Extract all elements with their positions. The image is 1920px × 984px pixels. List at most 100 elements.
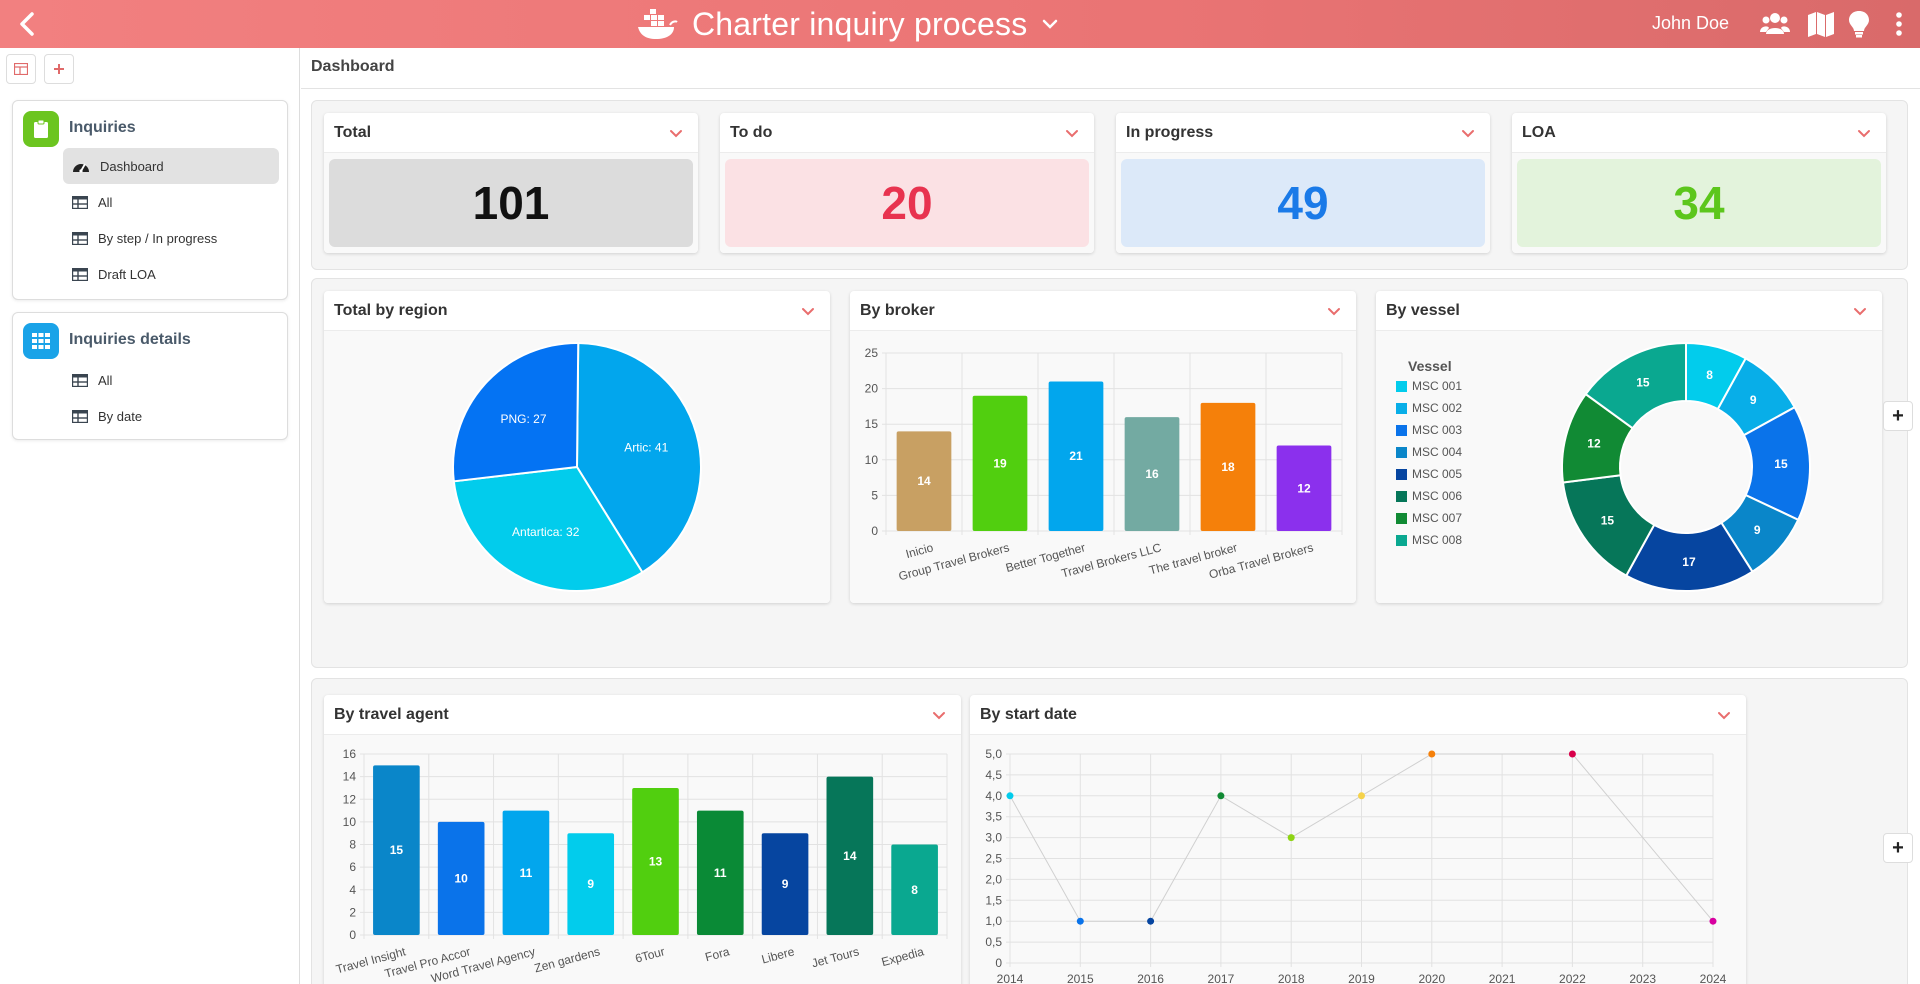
donut-segment-label: 17 — [1682, 555, 1696, 569]
sidebar-item-label: All — [98, 194, 113, 210]
kpi-card-todo: To do 20 — [720, 113, 1094, 253]
bar-value-label: 14 — [843, 849, 857, 863]
chevron-down-icon[interactable] — [800, 303, 816, 319]
data-point[interactable] — [1006, 792, 1014, 800]
kpi-value: 101 — [329, 159, 693, 247]
chevron-down-icon[interactable] — [1326, 303, 1342, 319]
y-tick-label: 3,5 — [985, 810, 1002, 824]
sidebar-item-details-all[interactable]: All — [63, 362, 279, 398]
toggle-layout-button[interactable] — [6, 54, 36, 84]
x-tick-label: Jet Tours — [810, 944, 860, 970]
bar-value-label: 9 — [587, 877, 594, 891]
data-point[interactable] — [1287, 834, 1295, 842]
y-tick-label: 4 — [349, 883, 356, 897]
map-icon[interactable] — [1806, 10, 1836, 38]
legend-label[interactable]: MSC 004 — [1412, 445, 1462, 459]
chevron-down-icon[interactable] — [1716, 707, 1732, 723]
x-tick-label: 2023 — [1629, 972, 1656, 984]
chevron-down-icon[interactable] — [1856, 125, 1872, 141]
users-icon[interactable] — [1760, 10, 1790, 38]
legend-label[interactable]: MSC 008 — [1412, 533, 1462, 547]
legend-label[interactable]: MSC 005 — [1412, 467, 1462, 481]
card-title: By start date — [980, 706, 1077, 723]
kpi-card-total: Total 101 — [324, 113, 698, 253]
chevron-down-icon[interactable] — [1064, 125, 1080, 141]
data-point[interactable] — [1217, 792, 1225, 800]
x-tick-label: Fora — [704, 944, 732, 964]
legend-label[interactable]: MSC 007 — [1412, 511, 1462, 525]
data-point[interactable] — [1076, 917, 1084, 925]
bar-value-label: 19 — [993, 456, 1007, 470]
y-tick-label: 2,5 — [985, 852, 1002, 866]
chevron-down-icon[interactable] — [1041, 15, 1059, 33]
x-tick-label: Zen gardens — [533, 944, 602, 975]
data-point[interactable] — [1709, 917, 1717, 925]
card-title: By broker — [860, 302, 935, 319]
nav-group-title[interactable]: Inquiries details — [69, 331, 191, 349]
bar-value-label: 9 — [782, 877, 789, 891]
data-point[interactable] — [1147, 917, 1155, 925]
chevron-down-icon[interactable] — [668, 125, 684, 141]
card-title: LOA — [1522, 124, 1556, 141]
app-title-group[interactable]: Charter inquiry process — [636, 0, 1059, 48]
app-header: Charter inquiry process John Doe — [0, 0, 1920, 48]
kpi-value: 20 — [725, 159, 1089, 247]
legend-label[interactable]: MSC 002 — [1412, 401, 1462, 415]
kpi-card-loa: LOA 34 — [1512, 113, 1886, 253]
y-tick-label: 0 — [349, 928, 356, 942]
dashboard-gauge-icon — [73, 163, 89, 173]
lightbulb-icon[interactable] — [1844, 10, 1874, 38]
legend-label[interactable]: MSC 001 — [1412, 379, 1462, 393]
add-widget-button[interactable]: + — [1883, 833, 1913, 863]
chevron-down-icon[interactable] — [1460, 125, 1476, 141]
divider — [301, 88, 1920, 89]
user-name[interactable]: John Doe — [1652, 13, 1729, 34]
data-point[interactable] — [1568, 750, 1576, 758]
nav-group-title[interactable]: Inquiries — [69, 119, 136, 137]
x-tick-label: 6Tour — [634, 944, 667, 965]
table-icon — [72, 373, 88, 387]
card-title: By travel agent — [334, 706, 449, 723]
y-tick-label: 15 — [865, 417, 879, 431]
chevron-down-icon[interactable] — [1852, 303, 1868, 319]
legend-swatch — [1396, 425, 1407, 436]
sidebar-item-label: By date — [98, 408, 143, 424]
bar-value-label: 13 — [649, 854, 663, 868]
back-arrow-icon[interactable] — [12, 8, 44, 40]
data-point[interactable] — [1428, 750, 1436, 758]
kpi-card-in-progress: In progress 49 — [1116, 113, 1490, 253]
kpi-section: Total 101 To do 20 In progress 49 LOA 34 — [311, 100, 1908, 270]
table-icon — [72, 267, 88, 281]
sidebar-item-dashboard[interactable]: Dashboard — [63, 148, 279, 184]
kpi-value: 34 — [1517, 159, 1881, 247]
legend-swatch — [1396, 469, 1407, 480]
add-button[interactable] — [44, 54, 74, 84]
legend-title: Vessel — [1408, 358, 1452, 374]
main-content: Dashboard Total 101 To do 20 In progress… — [301, 48, 1920, 984]
data-point[interactable] — [1358, 792, 1365, 800]
donut-segment-label: 15 — [1601, 513, 1615, 527]
sidebar-item-label: All — [98, 372, 113, 388]
bar-value-label: 16 — [1145, 467, 1159, 481]
bar-value-label: 21 — [1069, 449, 1083, 463]
chevron-down-icon[interactable] — [931, 707, 947, 723]
x-tick-label: 2017 — [1208, 972, 1235, 984]
vessel-donut-chart: 8 9 15 9 17 15 12 15 Vessel MSC 001 MSC 002 MSC 003… — [1396, 341, 1811, 592]
card-title: In progress — [1126, 124, 1214, 141]
legend-label[interactable]: MSC 003 — [1412, 423, 1462, 437]
sidebar-item-by-date[interactable]: By date — [63, 398, 279, 434]
y-tick-label: 8 — [349, 838, 356, 852]
sidebar-item-all[interactable]: All — [63, 184, 279, 220]
more-vertical-icon[interactable] — [1884, 10, 1914, 38]
legend-label[interactable]: MSC 006 — [1412, 489, 1462, 503]
bar-value-label: 11 — [520, 866, 533, 880]
y-tick-label: 3,0 — [985, 831, 1002, 845]
legend-swatch — [1396, 491, 1407, 502]
sidebar-item-draft-loa[interactable]: Draft LOA — [63, 256, 279, 292]
donut-segment-label: 9 — [1750, 393, 1757, 407]
y-tick-label: 5,0 — [985, 747, 1002, 761]
y-tick-label: 1,0 — [985, 914, 1002, 928]
donut-segment-label: 15 — [1774, 457, 1788, 471]
sidebar-item-by-step[interactable]: By step / In progress — [63, 220, 279, 256]
add-widget-button[interactable]: + — [1883, 401, 1913, 431]
